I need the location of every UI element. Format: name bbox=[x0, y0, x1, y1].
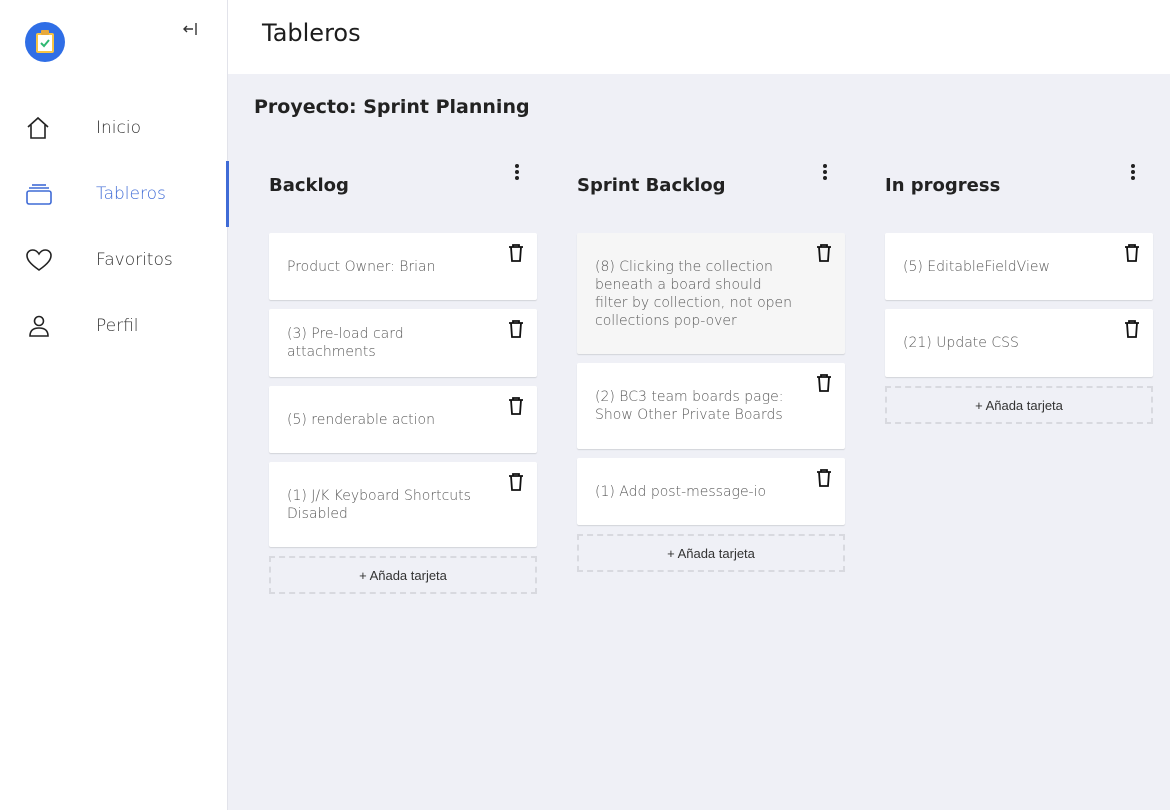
card[interactable]: (2) BC3 team boards page: Show Other Pri… bbox=[577, 363, 845, 449]
column-title: Backlog bbox=[269, 175, 349, 196]
card[interactable]: (1) J/K Keyboard Shortcuts Disabled bbox=[269, 462, 537, 547]
header: Tableros bbox=[228, 0, 1170, 74]
trash-icon[interactable] bbox=[816, 243, 832, 263]
card-list: (8) Clicking the collection beneath a bo… bbox=[577, 233, 845, 572]
card-text: (1) J/K Keyboard Shortcuts Disabled bbox=[287, 487, 471, 522]
app-logo-icon[interactable] bbox=[25, 22, 65, 62]
card[interactable]: (5) EditableFieldView bbox=[885, 233, 1153, 300]
card-list: Product Owner: Brian (3) Pre-load card a… bbox=[269, 233, 537, 594]
trash-icon[interactable] bbox=[508, 472, 524, 492]
add-card-button[interactable]: + Añada tarjeta bbox=[885, 386, 1153, 424]
home-icon bbox=[25, 115, 53, 141]
add-card-button[interactable]: + Añada tarjeta bbox=[269, 556, 537, 594]
sidebar-item-label: Perfil bbox=[96, 316, 139, 336]
card-text: (5) renderable action bbox=[287, 411, 435, 428]
trash-icon[interactable] bbox=[1124, 243, 1140, 263]
sidebar-item-favoritos[interactable]: Favoritos bbox=[0, 227, 228, 293]
card[interactable]: (3) Pre-load card attachments bbox=[269, 309, 537, 377]
column-title: Sprint Backlog bbox=[577, 175, 726, 196]
sidebar: Inicio Tableros Favoritos Perfil bbox=[0, 0, 229, 810]
card-text: (21) Update CSS bbox=[903, 335, 1019, 351]
project-title: Proyecto: Sprint Planning bbox=[254, 96, 530, 118]
card-text: (8) Clicking the collection beneath a bo… bbox=[595, 258, 793, 329]
card[interactable]: (21) Update CSS bbox=[885, 309, 1153, 377]
more-vert-icon[interactable] bbox=[509, 162, 525, 184]
sidebar-item-perfil[interactable]: Perfil bbox=[0, 293, 228, 359]
sidebar-item-label: Inicio bbox=[96, 118, 141, 138]
sidebar-item-tableros[interactable]: Tableros bbox=[0, 161, 229, 227]
more-vert-icon[interactable] bbox=[1125, 162, 1141, 184]
trash-icon[interactable] bbox=[508, 396, 524, 416]
trash-icon[interactable] bbox=[816, 468, 832, 488]
collapse-left-icon[interactable] bbox=[180, 21, 200, 41]
card-text: (1) Add post-message-io bbox=[595, 483, 767, 500]
sidebar-item-label: Tableros bbox=[96, 184, 166, 204]
user-icon bbox=[25, 313, 53, 339]
card[interactable]: (1) Add post-message-io bbox=[577, 458, 845, 525]
sidebar-item-inicio[interactable]: Inicio bbox=[0, 95, 228, 161]
add-card-button[interactable]: + Añada tarjeta bbox=[577, 534, 845, 572]
sidebar-item-label: Favoritos bbox=[96, 250, 173, 270]
card[interactable]: (8) Clicking the collection beneath a bo… bbox=[577, 233, 845, 354]
trash-icon[interactable] bbox=[508, 319, 524, 339]
card-text: Product Owner: Brian bbox=[287, 258, 436, 275]
trash-icon[interactable] bbox=[508, 243, 524, 263]
card[interactable]: (5) renderable action bbox=[269, 386, 537, 453]
trash-icon[interactable] bbox=[1124, 319, 1140, 339]
boards-icon bbox=[25, 181, 53, 207]
heart-icon bbox=[25, 247, 53, 273]
card-text: (3) Pre-load card attachments bbox=[287, 326, 404, 360]
card-list: (5) EditableFieldView (21) Update CSS + … bbox=[885, 233, 1153, 424]
more-vert-icon[interactable] bbox=[817, 162, 833, 184]
card-text: (2) BC3 team boards page: Show Other Pri… bbox=[595, 389, 784, 423]
page-title: Tableros bbox=[262, 19, 361, 47]
column-title: In progress bbox=[885, 175, 1001, 196]
trash-icon[interactable] bbox=[816, 373, 832, 393]
card-text: (5) EditableFieldView bbox=[903, 258, 1050, 275]
sidebar-nav: Inicio Tableros Favoritos Perfil bbox=[0, 95, 229, 359]
card[interactable]: Product Owner: Brian bbox=[269, 233, 537, 300]
